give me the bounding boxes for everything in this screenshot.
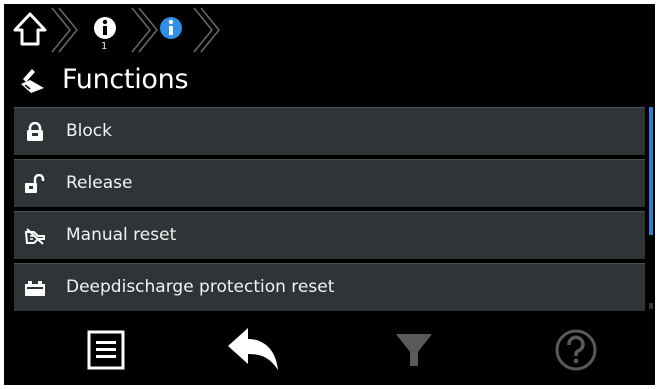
list-item-block[interactable]: Block	[14, 107, 645, 155]
scroll-end-marker	[649, 303, 653, 309]
page-title: Functions	[62, 64, 189, 95]
back-button[interactable]	[214, 314, 294, 385]
list-item-deepdischarge-reset[interactable]: Deepdischarge protection reset	[14, 263, 645, 311]
menu-list-icon	[87, 330, 125, 369]
page-header: Functions	[4, 62, 655, 104]
breadcrumb-info-1[interactable]: 1	[90, 6, 124, 54]
menu-button[interactable]	[66, 314, 146, 385]
list-item-manual-reset[interactable]: Manual reset	[14, 211, 645, 259]
list-item-label: Manual reset	[66, 225, 177, 245]
breadcrumb-home[interactable]	[10, 6, 50, 54]
list-item-label: Release	[66, 173, 133, 193]
list-item-release[interactable]: Release	[14, 159, 645, 207]
screen: 1 Functions Block Release Manual reset D…	[4, 4, 655, 385]
list-item-label: Deepdischarge protection reset	[66, 277, 335, 297]
help-button[interactable]	[536, 314, 616, 385]
manual-reset-icon	[24, 228, 45, 245]
breadcrumb-info-current[interactable]	[156, 6, 190, 54]
lock-open-icon	[25, 174, 45, 193]
list-scrollbar[interactable]	[649, 107, 653, 235]
filter-button[interactable]	[374, 314, 454, 385]
battery-icon	[25, 281, 45, 296]
breadcrumb-sub-number: 1	[101, 41, 108, 52]
info-icon-active	[160, 17, 182, 39]
lock-closed-icon	[27, 122, 43, 141]
breadcrumb: 1	[4, 4, 655, 58]
home-icon	[13, 12, 47, 46]
functions-icon	[21, 69, 44, 93]
back-arrow-icon	[228, 327, 278, 370]
filter-icon	[396, 333, 432, 366]
bottom-toolbar	[4, 314, 655, 385]
list-item-label: Block	[66, 121, 112, 141]
help-icon	[555, 329, 597, 370]
